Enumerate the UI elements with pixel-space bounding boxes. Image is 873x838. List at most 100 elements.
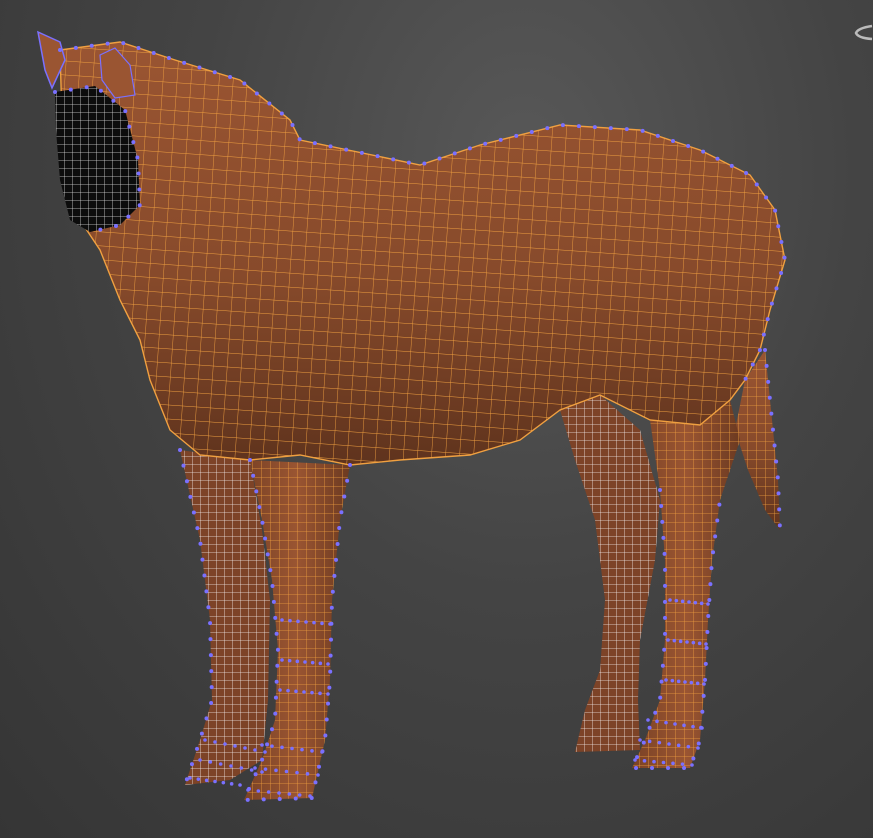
vertex-point[interactable] [326, 701, 331, 706]
vertex-point[interactable] [638, 738, 642, 742]
vertex-point[interactable] [89, 43, 94, 48]
vertex-point[interactable] [765, 317, 770, 322]
vertex-point[interactable] [335, 541, 340, 546]
vertex-point[interactable] [270, 583, 275, 588]
vertex-point[interactable] [777, 523, 782, 528]
vertex-point[interactable] [251, 473, 256, 478]
vertex-point[interactable] [253, 748, 257, 752]
vertex-point[interactable] [647, 725, 652, 730]
vertex-point[interactable] [774, 459, 779, 464]
vertex-point[interactable] [342, 494, 347, 499]
vertex-point[interactable] [682, 723, 686, 728]
vertex-point[interactable] [686, 144, 691, 149]
vertex-point[interactable] [686, 744, 691, 749]
vertex-point[interactable] [208, 760, 213, 764]
vertex-point[interactable] [689, 680, 694, 685]
vertex-point[interactable] [204, 716, 209, 721]
vertex-point[interactable] [305, 772, 310, 776]
vertex-point[interactable] [260, 757, 265, 762]
vertex-point[interactable] [729, 163, 734, 168]
vertex-point[interactable] [334, 557, 339, 562]
vertex-point[interactable] [680, 762, 685, 766]
vertex-point[interactable] [131, 140, 136, 145]
vertex-point[interactable] [127, 124, 132, 129]
vertex-point[interactable] [668, 598, 672, 602]
vertex-point[interactable] [691, 724, 695, 729]
vertex-point[interactable] [268, 568, 273, 573]
vertex-point[interactable] [633, 758, 637, 762]
vertex-point[interactable] [662, 551, 667, 556]
vertex-point[interactable] [777, 507, 782, 512]
vertex-point[interactable] [452, 151, 457, 156]
vertex-point[interactable] [391, 157, 396, 162]
vertex-point[interactable] [764, 195, 769, 200]
vertex-point[interactable] [137, 187, 142, 192]
vertex-point[interactable] [218, 762, 223, 766]
vertex-point[interactable] [209, 685, 214, 690]
vertex-point[interactable] [318, 691, 322, 696]
vertex-point[interactable] [661, 760, 666, 765]
vertex-point[interactable] [779, 271, 784, 276]
vertex-point[interactable] [655, 133, 660, 138]
vertex-point[interactable] [514, 133, 519, 138]
vertex-point[interactable] [239, 766, 244, 770]
vertex-point[interactable] [706, 602, 710, 606]
vertex-point[interactable] [166, 56, 171, 61]
vertex-point[interactable] [670, 138, 675, 143]
vertex-point[interactable] [126, 214, 131, 219]
vertex-point[interactable] [68, 87, 73, 92]
vertex-point[interactable] [763, 348, 767, 352]
vertex-point[interactable] [770, 427, 775, 432]
vertex-point[interactable] [664, 678, 668, 682]
vertex-point[interactable] [98, 88, 103, 93]
vertex-point[interactable] [646, 718, 650, 722]
vertex-point[interactable] [260, 770, 264, 774]
vertex-point[interactable] [704, 645, 709, 650]
vertex-point[interactable] [708, 582, 713, 587]
vertex-point[interactable] [761, 332, 766, 337]
vertex-point[interactable] [647, 739, 652, 744]
vertex-point[interactable] [673, 722, 677, 726]
vertex-point[interactable] [312, 141, 317, 146]
vertex-point[interactable] [206, 605, 211, 610]
vertex-point[interactable] [660, 663, 665, 668]
vertex-point[interactable] [208, 621, 213, 626]
vertex-point[interactable] [779, 239, 784, 244]
vertex-point[interactable] [701, 149, 706, 154]
vertex-point[interactable] [184, 479, 189, 484]
vertex-point[interactable] [691, 640, 696, 645]
vertex-point[interactable] [273, 615, 278, 620]
vertex-point[interactable] [273, 711, 278, 716]
vertex-point[interactable] [238, 783, 242, 787]
vertex-point[interactable] [667, 742, 671, 746]
vertex-point[interactable] [253, 772, 258, 777]
vertex-point[interactable] [772, 443, 777, 448]
vertex-point[interactable] [661, 535, 666, 540]
vertex-point[interactable] [437, 156, 442, 161]
vertex-point[interactable] [182, 60, 187, 65]
vertex-point[interactable] [280, 658, 284, 662]
vertex-point[interactable] [767, 395, 772, 400]
vertex-point[interactable] [228, 74, 233, 79]
vertex-point[interactable] [375, 154, 380, 159]
vertex-point[interactable] [608, 126, 613, 131]
vertex-point[interactable] [775, 475, 780, 480]
vertex-point[interactable] [249, 768, 254, 772]
vertex-point[interactable] [308, 794, 312, 798]
vertex-point[interactable] [653, 710, 658, 715]
vertex-point[interactable] [754, 182, 759, 187]
vertex-point[interactable] [310, 749, 314, 753]
vertex-point[interactable] [702, 682, 706, 686]
vertex-point[interactable] [246, 788, 250, 792]
vertex-point[interactable] [678, 639, 683, 644]
vertex-point[interactable] [339, 510, 344, 515]
vertex-point[interactable] [328, 669, 333, 674]
vertex-point[interactable] [406, 160, 411, 165]
vertex-point[interactable] [312, 620, 316, 625]
vertex-point[interactable] [135, 155, 140, 160]
vertex-point[interactable] [776, 491, 781, 496]
vertex-point[interactable] [700, 709, 705, 714]
vertex-point[interactable] [709, 566, 714, 571]
vertex-point[interactable] [650, 766, 655, 770]
vertex-point[interactable] [624, 127, 629, 132]
